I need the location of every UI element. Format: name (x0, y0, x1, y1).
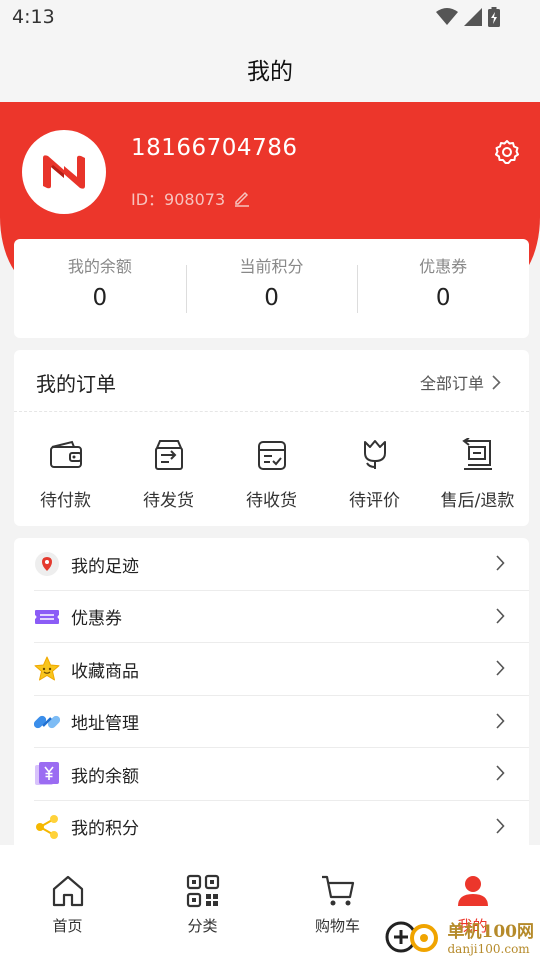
edit-icon[interactable] (233, 189, 251, 207)
order-label: 待评价 (349, 491, 400, 511)
menu-icon-wrap (34, 656, 60, 682)
tab-label: 首页 (52, 917, 83, 935)
stat-points[interactable]: 当前积分 0 (185, 239, 358, 338)
settings-gear-icon[interactable] (494, 139, 520, 165)
stat-value: 0 (435, 285, 451, 311)
order-pending-payment[interactable]: 待付款 (14, 438, 117, 511)
orders-card: 我的订单 全部订单 待付款 待发货 待收货 待评价 售后/退款 (14, 350, 529, 526)
receive-box-icon (257, 441, 286, 470)
chevron-right-icon (496, 765, 505, 781)
order-status-row: 待付款 待发货 待收货 待评价 售后/退款 (14, 412, 529, 511)
home-icon (52, 875, 83, 907)
status-time: 4:13 (12, 6, 55, 28)
status-bar: 4:13 (0, 0, 540, 36)
menu-label: 优惠券 (71, 609, 122, 630)
stat-label: 当前积分 (239, 257, 304, 276)
menu-list: 我的足迹 优惠券 收藏商品 地址管理 我的余额 我的积分 (14, 538, 529, 858)
star-icon (34, 656, 60, 681)
order-pending-shipment[interactable]: 待发货 (117, 438, 220, 511)
chevron-right-icon (496, 660, 505, 676)
menu-icon-wrap (34, 551, 60, 577)
title-bar: 我的 (0, 36, 540, 102)
order-after-sales[interactable]: 售后/退款 (426, 437, 529, 511)
menu-item-address[interactable]: 地址管理 (14, 696, 529, 749)
all-orders-link[interactable]: 全部订单 (420, 370, 501, 394)
menu-label: 收藏商品 (71, 661, 139, 682)
signal-icon (464, 8, 482, 26)
order-label: 售后/退款 (440, 491, 515, 511)
qr-icon (186, 874, 219, 908)
stat-label: 我的余额 (67, 257, 132, 276)
menu-label: 我的足迹 (71, 556, 139, 577)
menu-item-footprint[interactable]: 我的足迹 (14, 538, 529, 591)
watermark-logo-icon (385, 921, 438, 953)
share-icon (36, 814, 58, 839)
watermark-sub: danji100.com (447, 941, 530, 956)
menu-icon-wrap (34, 814, 60, 840)
chevron-right-icon (496, 817, 505, 834)
order-label: 待收货 (246, 491, 297, 511)
orders-header: 我的订单 全部订单 (14, 350, 529, 412)
menu-label: 我的余额 (71, 766, 139, 787)
stat-balance[interactable]: 我的余额 0 (14, 239, 186, 338)
all-orders-label: 全部订单 (419, 374, 484, 393)
avatar[interactable] (22, 130, 106, 214)
chevron-right-icon (496, 712, 505, 729)
order-label: 待发货 (143, 491, 194, 511)
watermark-main: 单机100网 (447, 921, 535, 942)
yuan-icon (35, 762, 59, 786)
shipping-box-icon (154, 440, 183, 470)
stat-coupons[interactable]: 优惠券 0 (357, 239, 529, 338)
coupon-icon (35, 609, 59, 624)
page-title: 我的 (247, 59, 293, 85)
menu-label: 我的积分 (71, 819, 139, 840)
wifi-icon (436, 8, 458, 25)
menu-label: 地址管理 (71, 714, 139, 735)
chevron-right-icon (496, 555, 505, 571)
stat-value: 0 (264, 285, 279, 311)
user-id: ID：908073 (131, 186, 251, 210)
chevron-right-icon (492, 374, 501, 390)
menu-icon-wrap (34, 604, 60, 630)
menu-icon-wrap (34, 709, 60, 735)
menu-icon-wrap (34, 761, 60, 787)
tulip-icon (363, 440, 386, 469)
wallet-icon (49, 440, 82, 468)
tab-label: 分类 (187, 917, 218, 935)
battery-icon (488, 7, 500, 27)
cart-icon (321, 875, 354, 906)
orders-title: 我的订单 (36, 372, 116, 396)
watermark-text: 单机100网 danji100.com (448, 917, 535, 956)
order-pending-review[interactable]: 待评价 (323, 438, 426, 511)
footprint-icon (35, 552, 59, 577)
tab-home[interactable]: 首页 (0, 845, 135, 960)
menu-item-favorites[interactable]: 收藏商品 (14, 643, 529, 696)
brand-logo-icon (43, 155, 85, 189)
menu-item-coupons[interactable]: 优惠券 (14, 591, 529, 644)
user-id-text: ID：908073 (131, 190, 226, 209)
user-icon (457, 876, 488, 906)
tab-category[interactable]: 分类 (135, 845, 270, 960)
menu-item-balance[interactable]: 我的余额 (14, 748, 529, 801)
stats-card: 我的余额 0 当前积分 0 优惠券 0 (14, 239, 529, 338)
stat-label: 优惠券 (419, 257, 468, 276)
user-phone: 18166704786 (131, 135, 298, 161)
stat-value: 0 (92, 285, 108, 311)
refund-icon (461, 437, 492, 470)
watermark: 单机100网 danji100.com (384, 916, 535, 956)
link-icon (34, 715, 60, 728)
order-pending-receipt[interactable]: 待收货 (220, 438, 323, 511)
status-icons (436, 7, 500, 27)
chevron-right-icon (496, 607, 505, 624)
order-label: 待付款 (40, 491, 91, 511)
